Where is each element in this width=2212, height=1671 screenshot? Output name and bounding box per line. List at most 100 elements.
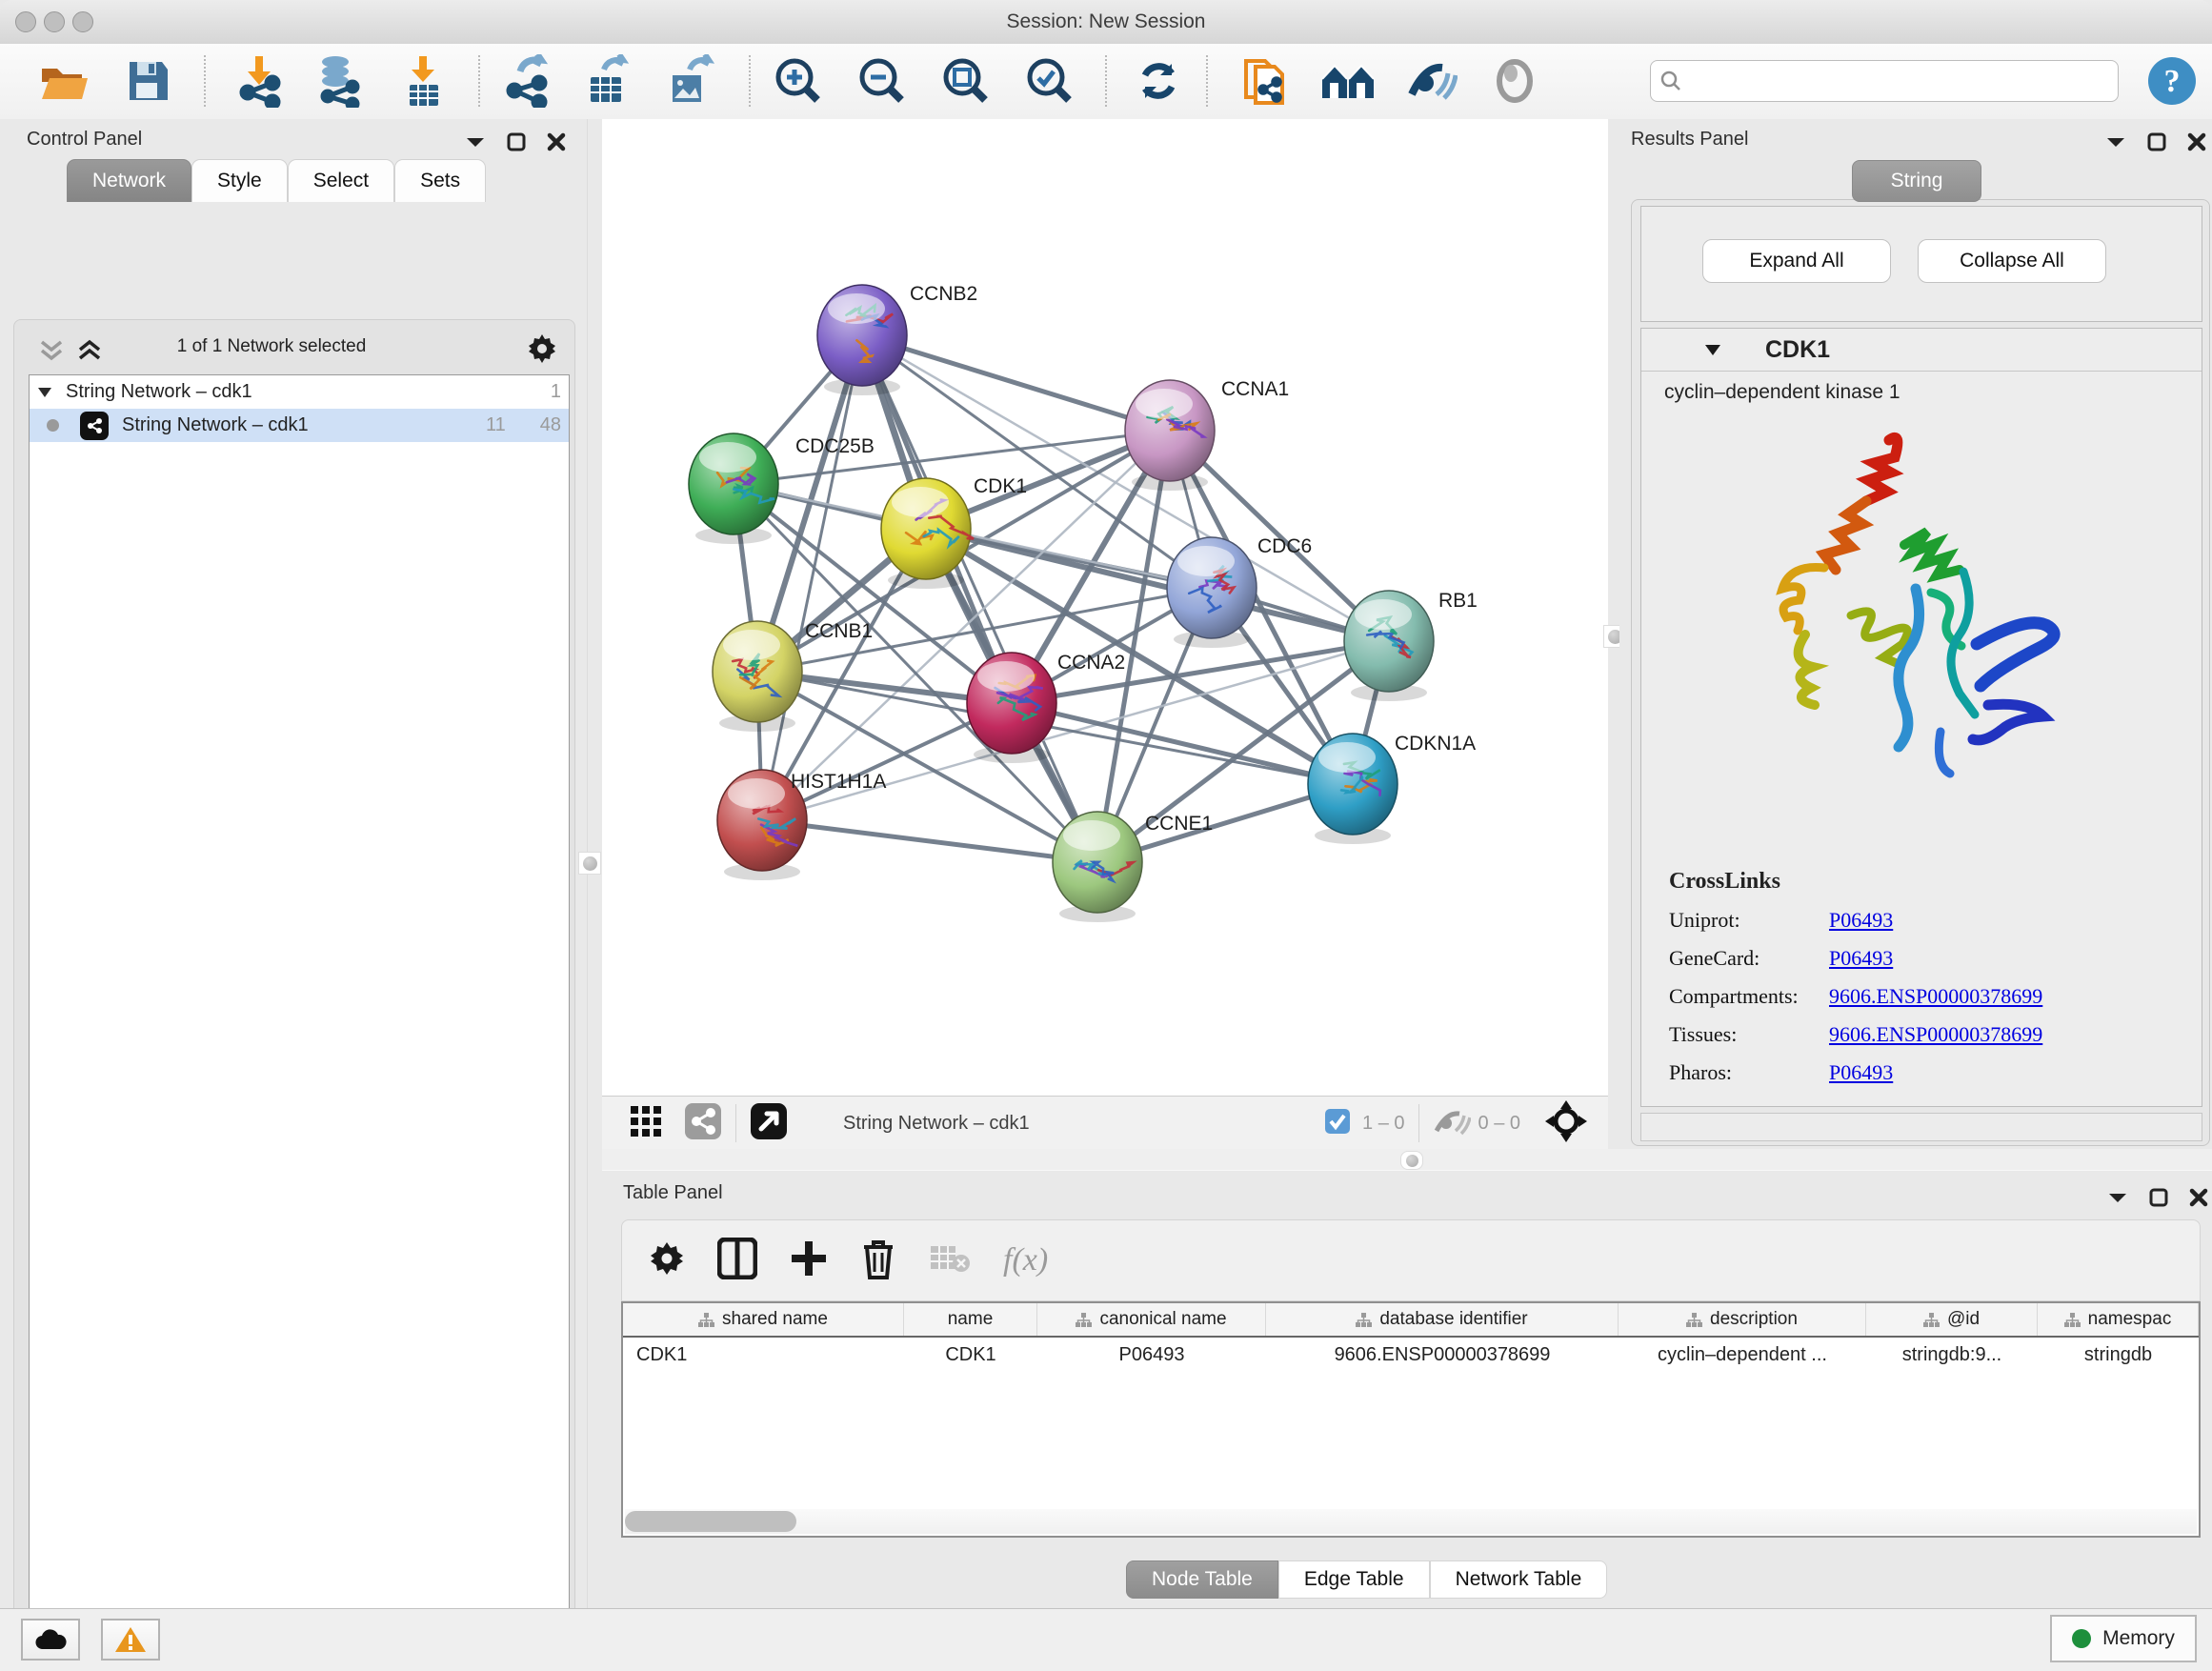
import-network-file-icon[interactable] xyxy=(229,51,290,111)
table-row[interactable]: CDK1CDK1P064939606.ENSP00000378699cyclin… xyxy=(623,1338,2199,1372)
birdseye-toggle-icon[interactable] xyxy=(750,1102,788,1145)
table-horizontal-scrollbar[interactable] xyxy=(625,1509,2197,1534)
network-options-gear-icon[interactable] xyxy=(526,332,558,370)
column-header-canonical-name[interactable]: canonical name xyxy=(1037,1303,1266,1336)
column-header-shared-name[interactable]: shared name xyxy=(623,1303,904,1336)
warning-status-button[interactable] xyxy=(101,1619,160,1661)
node-CDC25B[interactable] xyxy=(689,433,778,544)
first-neighbors-icon[interactable] xyxy=(1318,51,1379,111)
hide-selected-icon[interactable] xyxy=(1400,51,1461,111)
function-builder-icon: f(x) xyxy=(1003,1242,1048,1278)
collapse-all-networks-icon[interactable] xyxy=(38,338,65,368)
float-panel-icon[interactable] xyxy=(2147,132,2166,151)
zoom-selected-icon[interactable] xyxy=(1019,51,1080,111)
export-network-icon[interactable] xyxy=(497,51,558,111)
zoom-in-icon[interactable] xyxy=(768,51,829,111)
clone-network-icon[interactable] xyxy=(1235,51,1296,111)
open-session-icon[interactable] xyxy=(34,51,95,111)
show-columns-icon[interactable] xyxy=(717,1238,757,1284)
import-table-icon[interactable] xyxy=(392,51,453,111)
crosslink-value-link[interactable]: P06493 xyxy=(1829,946,1893,971)
table-toolbar: f(x) xyxy=(621,1219,2201,1301)
close-panel-icon[interactable] xyxy=(2189,1188,2208,1207)
node-label: RB1 xyxy=(1438,590,1478,612)
title-bar: Session: New Session xyxy=(0,0,2212,45)
crosslink-value-link[interactable]: 9606.ENSP00000378699 xyxy=(1829,1022,2042,1047)
export-image-icon[interactable] xyxy=(659,51,720,111)
close-panel-icon[interactable] xyxy=(547,132,566,151)
column-header-description[interactable]: description xyxy=(1619,1303,1866,1336)
node-CDKN1A[interactable] xyxy=(1308,734,1398,844)
save-session-icon[interactable] xyxy=(118,51,179,111)
tab-sets[interactable]: Sets xyxy=(394,159,486,202)
crosslink-value-link[interactable]: P06493 xyxy=(1829,908,1893,933)
node-CCNA1[interactable] xyxy=(1125,380,1215,491)
tab-edge-table[interactable]: Edge Table xyxy=(1278,1560,1430,1599)
tab-string[interactable]: String xyxy=(1852,160,1981,202)
crosslink-row: Compartments:9606.ENSP00000378699 xyxy=(1669,984,2183,1009)
node-label: CCNB2 xyxy=(910,283,977,305)
zoom-out-icon[interactable] xyxy=(852,51,913,111)
expand-all-button[interactable]: Expand All xyxy=(1702,239,1891,283)
collapse-panel-icon[interactable] xyxy=(2105,135,2126,149)
node-CCNA2[interactable] xyxy=(967,653,1056,763)
search-box xyxy=(1650,60,2119,102)
crosslink-value-link[interactable]: 9606.ENSP00000378699 xyxy=(1829,984,2042,1009)
cloud-status-button[interactable] xyxy=(21,1619,80,1661)
add-column-icon[interactable] xyxy=(790,1239,828,1282)
export-table-icon[interactable] xyxy=(577,51,638,111)
show-all-icon[interactable] xyxy=(1484,51,1545,111)
crosslink-value-link[interactable]: P06493 xyxy=(1829,1060,1893,1085)
help-icon[interactable]: ? xyxy=(2142,51,2202,111)
grid-view-icon[interactable] xyxy=(629,1104,663,1143)
memory-button[interactable]: Memory xyxy=(2050,1615,2197,1662)
node-label: HIST1H1A xyxy=(791,771,886,793)
node-CCNB2[interactable] xyxy=(817,285,907,395)
scrollbar-thumb[interactable] xyxy=(625,1511,796,1532)
zoom-fit-icon[interactable] xyxy=(935,51,996,111)
toolbar-separator xyxy=(478,55,480,107)
search-input[interactable] xyxy=(1689,70,2108,92)
column-header-name[interactable]: name xyxy=(904,1303,1037,1336)
network-view-footer: String Network – cdk1 1 – 0 0 – 0 xyxy=(602,1096,1608,1151)
tab-network[interactable]: Network xyxy=(67,159,191,202)
tab-node-table[interactable]: Node Table xyxy=(1126,1560,1278,1599)
protein-header-row[interactable]: CDK1 xyxy=(1641,329,2202,372)
tree-expander-icon[interactable] xyxy=(37,387,52,398)
column-header-database-identifier[interactable]: database identifier xyxy=(1266,1303,1619,1336)
network-canvas[interactable]: CCNB2CCNA1CDC25BCDK1CDC6RB1CCNB1CCNA2CDK… xyxy=(602,119,1608,1096)
node-CCNB1[interactable] xyxy=(713,621,802,732)
import-network-database-icon[interactable] xyxy=(307,51,368,111)
selected-checkbox-icon[interactable] xyxy=(1324,1108,1351,1139)
results-footer-strip xyxy=(1640,1113,2202,1141)
tab-network-table[interactable]: Network Table xyxy=(1430,1560,1608,1599)
crosslink-row: GeneCard:P06493 xyxy=(1669,946,2183,971)
crosslink-label: Tissues: xyxy=(1669,1022,1829,1047)
splitter-grip[interactable] xyxy=(1400,1151,1423,1170)
close-panel-icon[interactable] xyxy=(2187,132,2206,151)
splitter-grip[interactable] xyxy=(578,852,601,875)
collapse-section-icon[interactable] xyxy=(1704,343,1721,356)
crosslink-label: GeneCard: xyxy=(1669,946,1829,971)
column-header-namespac[interactable]: namespac xyxy=(2038,1303,2199,1336)
tab-select[interactable]: Select xyxy=(288,159,394,202)
node-CCNE1[interactable] xyxy=(1053,812,1142,922)
table-settings-icon[interactable] xyxy=(649,1240,685,1281)
expand-all-networks-icon[interactable] xyxy=(76,338,103,368)
collapse-all-button[interactable]: Collapse All xyxy=(1918,239,2106,283)
network-collection-row[interactable]: String Network – cdk1 1 xyxy=(30,375,569,409)
svg-text:?: ? xyxy=(2164,64,2181,99)
network-row[interactable]: String Network – cdk1 11 48 xyxy=(30,409,569,442)
collapse-panel-icon[interactable] xyxy=(2107,1191,2128,1204)
delete-column-icon[interactable] xyxy=(860,1238,896,1284)
network-overview-icon[interactable] xyxy=(684,1102,722,1145)
refresh-icon[interactable] xyxy=(1128,51,1189,111)
float-panel-icon[interactable] xyxy=(2149,1188,2168,1207)
collapse-panel-icon[interactable] xyxy=(465,135,486,149)
float-panel-icon[interactable] xyxy=(507,132,526,151)
fit-content-crosshair-icon[interactable] xyxy=(1545,1100,1587,1147)
column-header-@id[interactable]: @id xyxy=(1866,1303,2038,1336)
tab-style[interactable]: Style xyxy=(191,159,288,202)
network-name: String Network – cdk1 xyxy=(122,414,309,436)
node-RB1[interactable] xyxy=(1344,591,1434,701)
